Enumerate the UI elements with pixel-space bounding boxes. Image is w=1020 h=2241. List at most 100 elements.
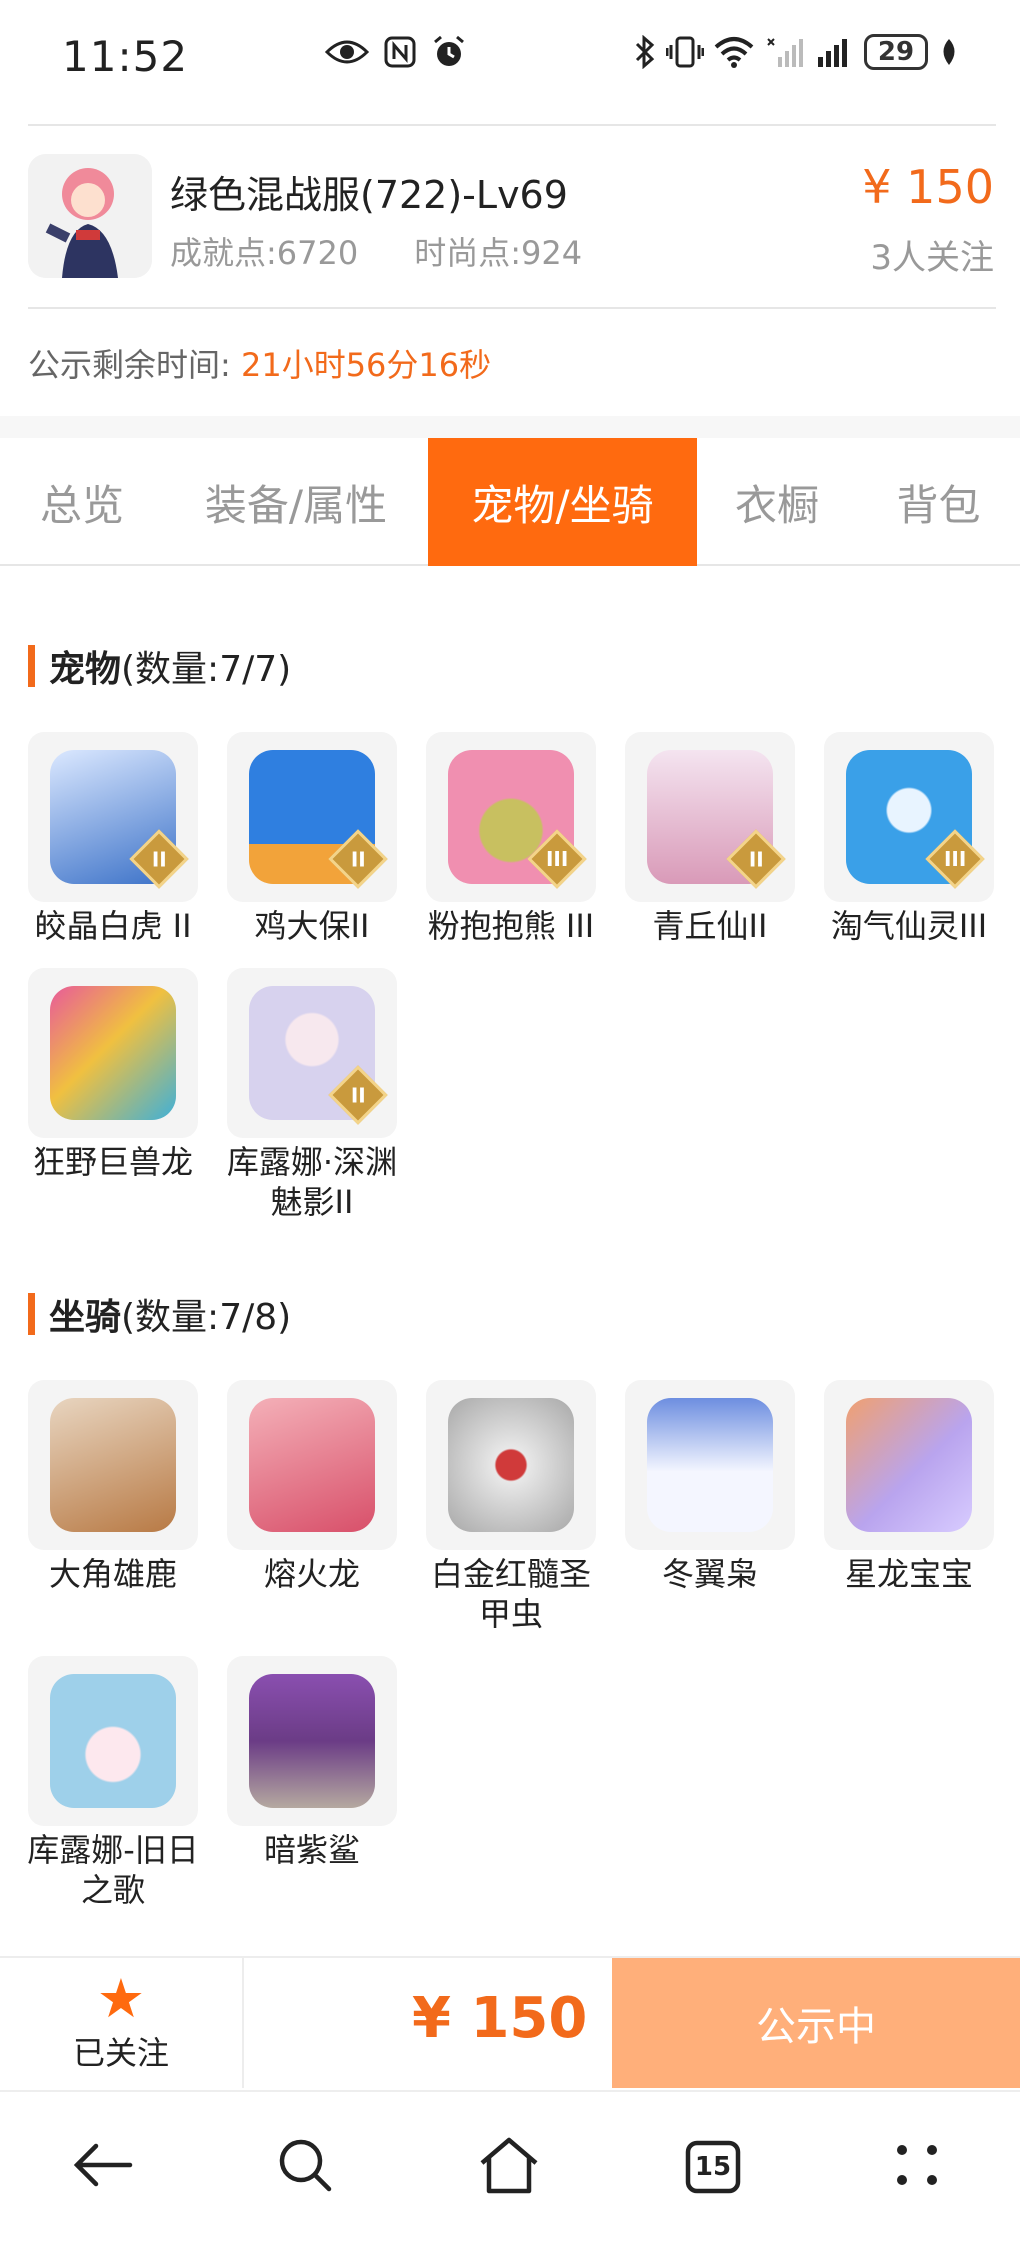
- vibrate-icon: [666, 35, 704, 69]
- wifi-icon: [714, 35, 754, 69]
- alarm-icon: [431, 34, 467, 70]
- mount-artwork: [50, 1398, 176, 1532]
- pet-name: 淘气仙灵III: [830, 907, 988, 945]
- mounts-grid: 大角雄鹿 熔火龙 白金红髓圣甲虫 冬翼枭 星龙宝宝 库露娜-旧日之歌 暗紫鲨: [27, 1380, 994, 1910]
- character-avatar[interactable]: [28, 154, 152, 278]
- status-time: 11:52: [62, 32, 189, 81]
- mount-card[interactable]: 冬翼枭: [625, 1380, 795, 1634]
- pet-card[interactable]: 狂野巨兽龙: [28, 968, 198, 1222]
- section-spacer: [0, 416, 1020, 438]
- mount-card[interactable]: 白金红髓圣甲虫: [426, 1380, 596, 1634]
- follow-label: 已关注: [72, 2034, 169, 2072]
- pets-grid: II 皎晶白虎 II II 鸡大保II III 粉抱抱熊 III II 青丘仙I…: [28, 732, 994, 1222]
- mount-name: 库露娜-旧日之歌: [27, 1831, 199, 1909]
- mount-name: 大角雄鹿: [48, 1555, 177, 1593]
- mount-card[interactable]: 库露娜-旧日之歌: [27, 1656, 199, 1910]
- more-dots-icon: [892, 2140, 942, 2194]
- mount-card[interactable]: 熔火龙: [227, 1380, 397, 1634]
- mount-card[interactable]: 星龙宝宝: [824, 1380, 994, 1634]
- mount-card[interactable]: 暗紫鲨: [227, 1656, 397, 1910]
- mount-image: [625, 1380, 795, 1550]
- mount-artwork: [249, 1674, 375, 1808]
- section-count: (数量:7/7): [121, 649, 292, 690]
- mount-artwork: [50, 1674, 176, 1808]
- divider: [28, 307, 996, 309]
- pet-card[interactable]: II 皎晶白虎 II: [28, 732, 198, 946]
- section-heading: 宠物: [49, 649, 122, 690]
- home-icon: [477, 2135, 541, 2199]
- tab-pets-mounts[interactable]: 宠物/坐骑: [428, 438, 697, 566]
- pet-card[interactable]: III 粉抱抱熊 III: [426, 732, 596, 946]
- publicity-status-button[interactable]: 公示中: [612, 1958, 1020, 2088]
- home-button[interactable]: [474, 2132, 544, 2202]
- more-button[interactable]: [882, 2132, 952, 2202]
- item-price: ¥ 150: [862, 160, 994, 214]
- tabs-button[interactable]: 15: [678, 2132, 748, 2202]
- leaf-icon: [938, 37, 960, 67]
- pet-image: III: [426, 732, 596, 902]
- pet-image: II: [227, 732, 397, 902]
- pet-image: II: [28, 732, 198, 902]
- mount-artwork: [647, 1398, 773, 1532]
- search-button[interactable]: [270, 2132, 340, 2202]
- tabs-icon: 15: [685, 2140, 741, 2194]
- tab-count: 15: [694, 2152, 732, 2182]
- item-title: 绿色混战服(722)-Lv69: [170, 173, 568, 217]
- mount-artwork: [846, 1398, 972, 1532]
- pet-card[interactable]: III 淘气仙灵III: [824, 732, 994, 946]
- back-arrow-icon: [72, 2140, 134, 2194]
- pet-name: 狂野巨兽龙: [32, 1143, 193, 1181]
- status-bar: 11:52 29: [0, 0, 1020, 120]
- mount-image: [28, 1656, 198, 1826]
- countdown-value: 21小时56分16秒: [240, 346, 492, 384]
- mount-card[interactable]: 大角雄鹿: [28, 1380, 198, 1634]
- pet-card[interactable]: II 鸡大保II: [227, 732, 397, 946]
- pet-name: 库露娜·深渊魅影II: [226, 1143, 398, 1221]
- battery-level: 29: [877, 37, 915, 67]
- mount-image: [824, 1380, 994, 1550]
- section-accent: [28, 645, 35, 687]
- pet-name: 青丘仙II: [652, 907, 768, 945]
- pet-name: 皎晶白虎 II: [34, 907, 192, 945]
- mount-image: [227, 1656, 397, 1826]
- mount-artwork: [448, 1398, 574, 1532]
- search-icon: [275, 2135, 335, 2199]
- tab-wardrobe[interactable]: 衣橱: [697, 438, 857, 566]
- item-stats: 成就点:6720 时尚点:924: [170, 228, 582, 274]
- mount-name: 冬翼枭: [661, 1555, 758, 1593]
- follow-button[interactable]: ★ 已关注: [0, 1958, 244, 2088]
- tab-bar: 总览 装备/属性 宠物/坐骑 衣橱 背包: [0, 438, 1020, 566]
- pet-card[interactable]: II 青丘仙II: [625, 732, 795, 946]
- mount-artwork: [249, 1398, 375, 1532]
- tier-text: III: [545, 846, 569, 871]
- browser-nav-bar: 15: [0, 2090, 1020, 2241]
- mount-image: [227, 1380, 397, 1550]
- signal-icon: [764, 35, 804, 69]
- bottom-action-bar: ★ 已关注 ¥ 150 公示中: [0, 1956, 1020, 2088]
- mount-name: 白金红髓圣甲虫: [430, 1555, 591, 1633]
- eye-icon: [325, 34, 369, 70]
- mounts-section-title: 坐骑 (数量:7/8): [28, 1288, 291, 1340]
- pet-card[interactable]: II 库露娜·深渊魅影II: [227, 968, 397, 1222]
- signal-icon: [814, 35, 854, 69]
- tab-backpack[interactable]: 背包: [857, 438, 1020, 566]
- tier-text: II: [350, 1082, 366, 1107]
- pet-name: 粉抱抱熊 III: [427, 907, 595, 945]
- tier-text: III: [943, 846, 967, 871]
- countdown-label: 公示剩余时间:: [28, 346, 231, 384]
- fashion-points: 时尚点:924: [414, 234, 583, 272]
- section-accent: [28, 1293, 35, 1335]
- pet-artwork: [50, 986, 176, 1120]
- tab-equipment[interactable]: 装备/属性: [164, 438, 428, 566]
- item-header: 绿色混战服(722)-Lv69 成就点:6720 时尚点:924 ¥ 150 3…: [0, 126, 1020, 306]
- tab-overview[interactable]: 总览: [0, 438, 164, 566]
- publicity-countdown: 公示剩余时间: 21小时56分16秒: [28, 340, 491, 386]
- battery-indicator: 29: [864, 34, 928, 70]
- back-button[interactable]: [68, 2132, 138, 2202]
- mount-name: 熔火龙: [263, 1555, 360, 1593]
- bluetooth-icon: [634, 35, 656, 69]
- mount-name: 星龙宝宝: [844, 1555, 973, 1593]
- pet-image: [28, 968, 198, 1138]
- pet-image: III: [824, 732, 994, 902]
- section-count: (数量:7/8): [121, 1297, 292, 1338]
